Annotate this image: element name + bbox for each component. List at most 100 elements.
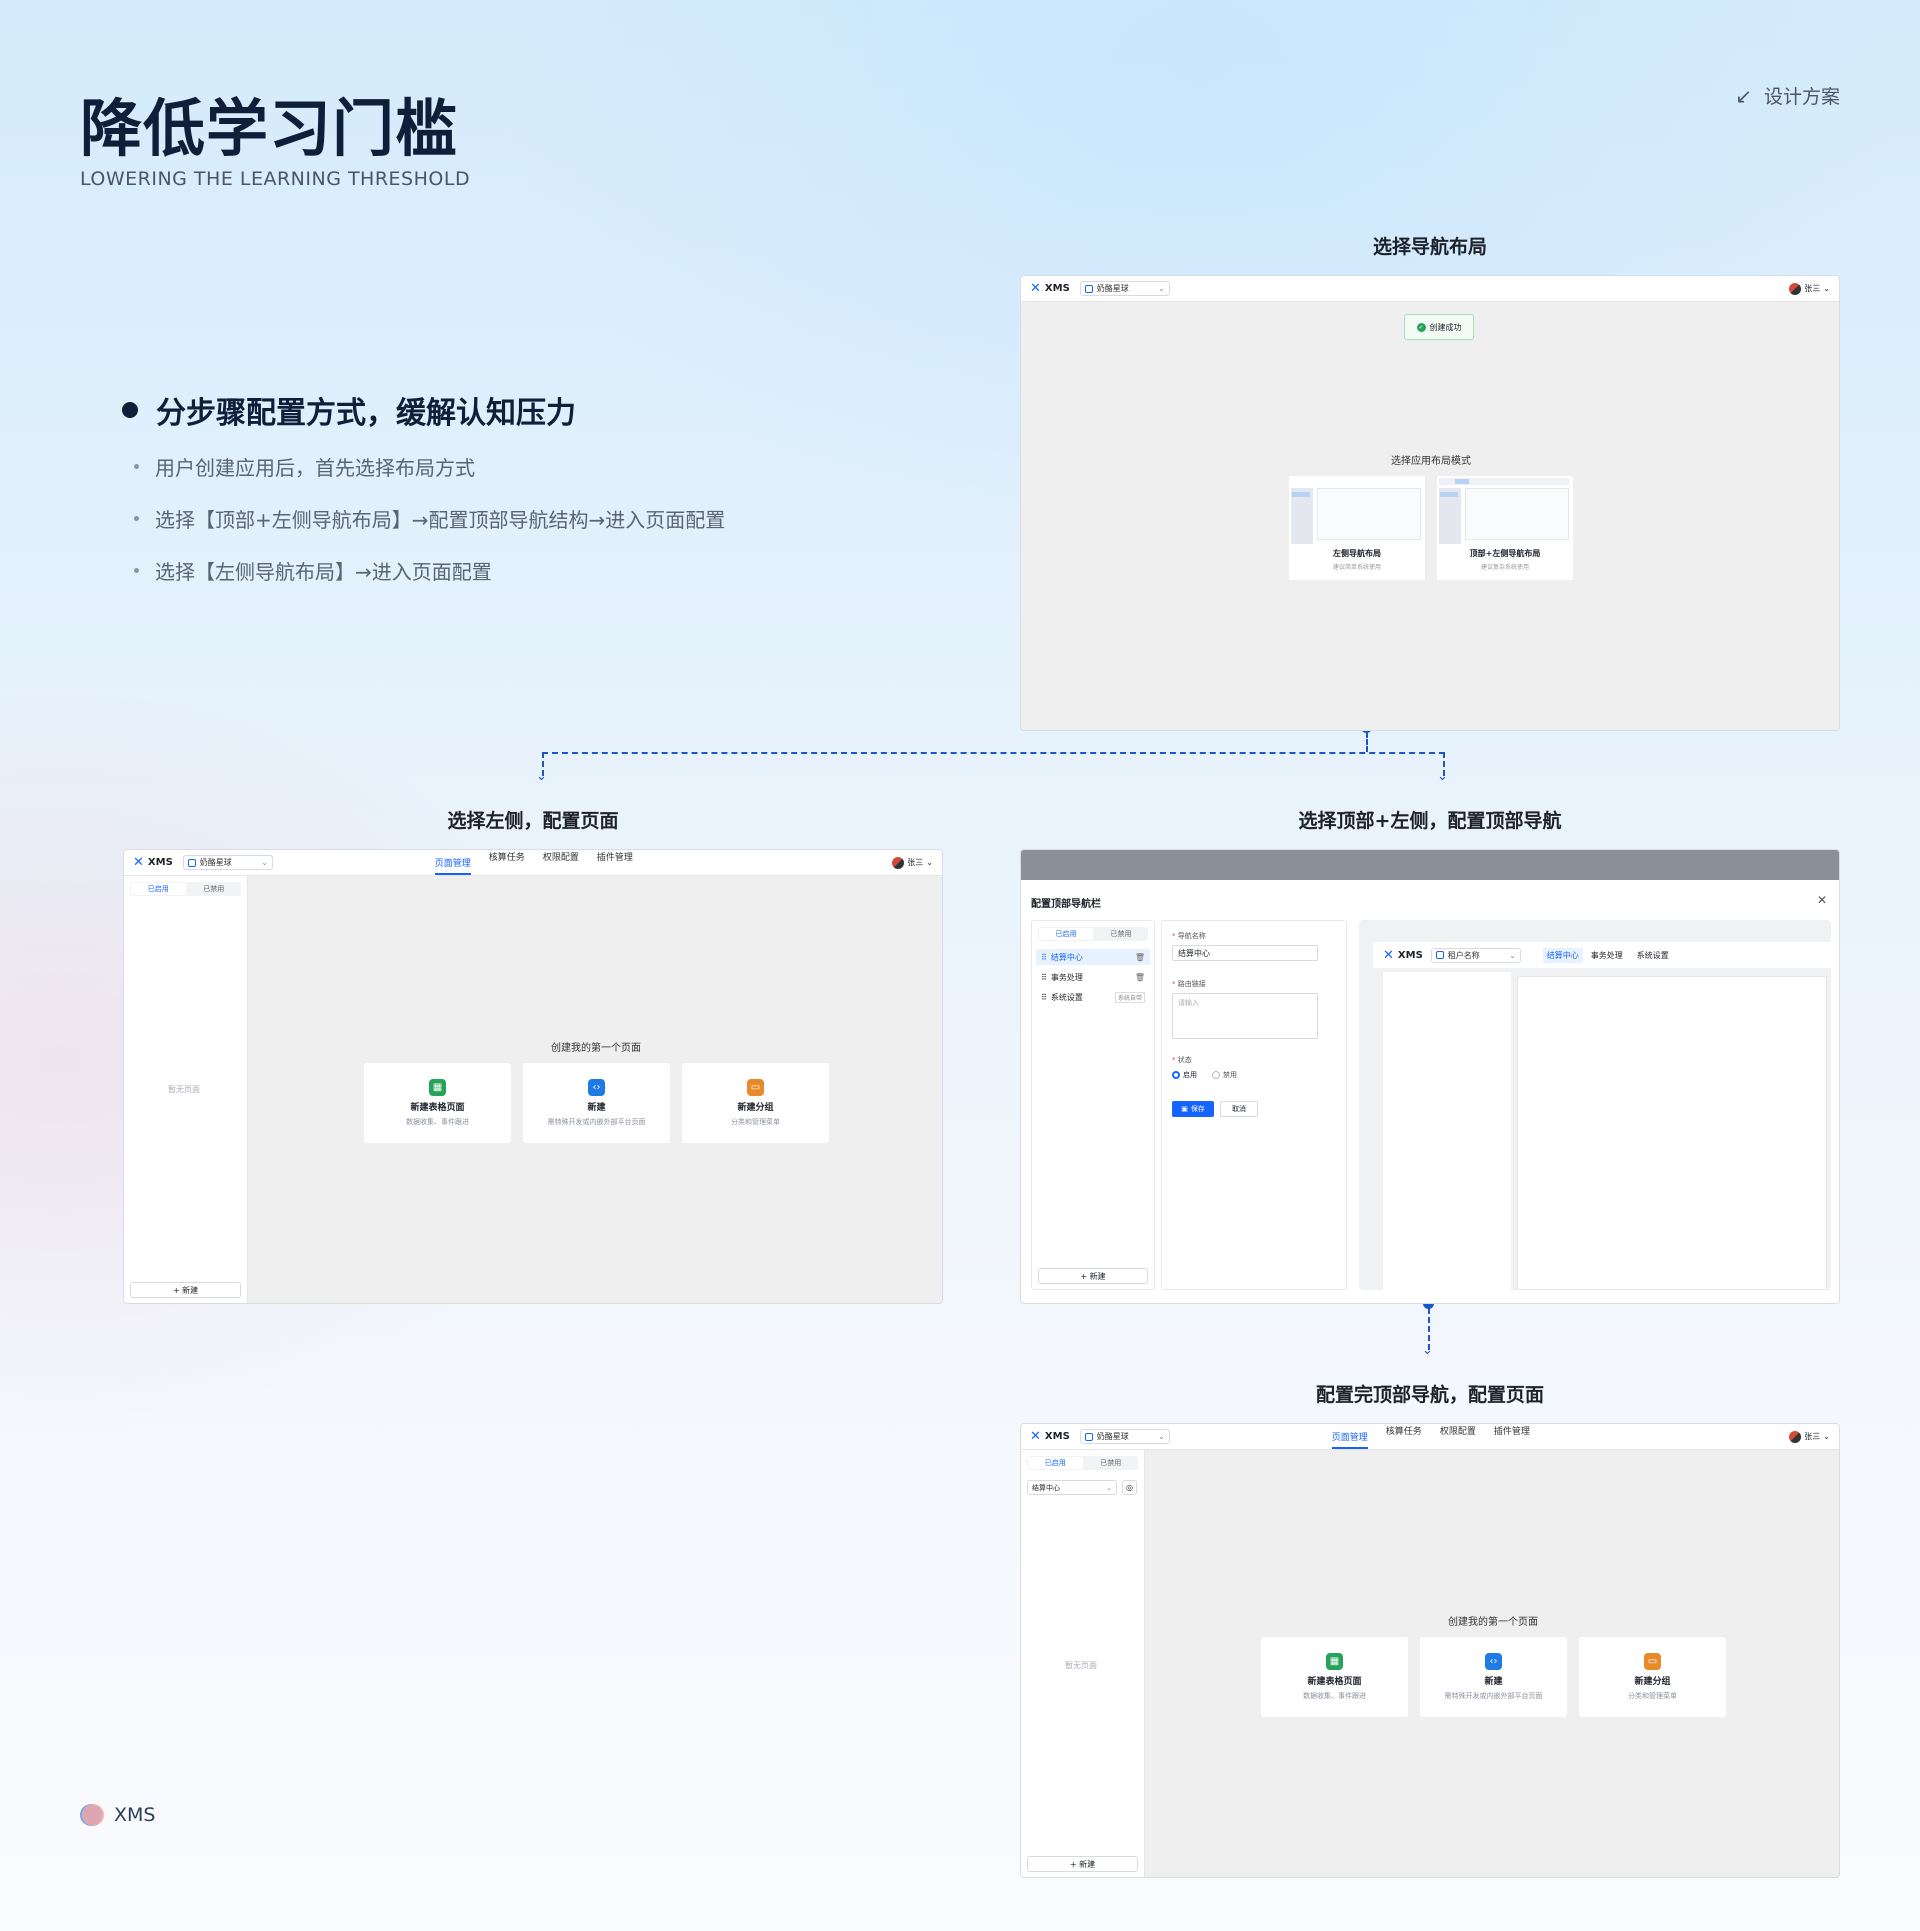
new-custom-page-card[interactable]: ‹› 新建 需特殊开发或内嵌外部平台页面 — [1420, 1637, 1567, 1717]
tab-plugins[interactable]: 插件管理 — [597, 850, 633, 875]
arrow-down-icon: ⌄ — [1437, 769, 1448, 784]
top-nav: 页面管理 核算任务 权限配置 插件管理 — [1331, 1424, 1530, 1449]
status-segment[interactable]: 已启用 已禁用 — [1027, 1456, 1138, 1470]
section-title-layout: 选择导航布局 — [1372, 236, 1487, 258]
page-subtitle: LOWERING THE LEARNING THRESHOLD — [80, 168, 471, 190]
tab-permissions[interactable]: 权限配置 — [1440, 1424, 1476, 1449]
first-page-heading: 创建我的第一个页面 — [1448, 1617, 1538, 1628]
tab-permissions[interactable]: 权限配置 — [543, 850, 579, 875]
layout-option-top-left[interactable]: 顶部+左侧导航布局 建议复杂系统使用 — [1437, 476, 1573, 580]
point-item: 用户创建应用后，首先选择布局方式 — [134, 452, 475, 481]
tenant-select[interactable]: 奶酪星球 ⌄ — [1079, 1429, 1170, 1444]
drag-handle-icon: ⠿ — [1041, 992, 1047, 1002]
status-segment[interactable]: 已启用 已禁用 — [1038, 927, 1148, 941]
chevron-down-icon: ⌄ — [1823, 284, 1830, 293]
new-button[interactable]: + 新建 — [130, 1282, 241, 1298]
user-menu[interactable]: 张三 ⌄ — [1789, 282, 1830, 295]
avatar — [1789, 1430, 1802, 1443]
nav-item[interactable]: ⠿ 系统设置 系统自带 — [1036, 989, 1150, 1005]
main-point: 分步骤配置方式，缓解认知压力 — [122, 388, 576, 432]
modal-backdrop — [1021, 850, 1839, 880]
nav-dropdown[interactable]: 结算中心 ⌄ — [1027, 1480, 1117, 1495]
chevron-down-icon: ⌄ — [1106, 1483, 1112, 1492]
code-icon: ‹› — [588, 1079, 605, 1096]
tab-page-management[interactable]: 页面管理 — [1331, 1430, 1368, 1449]
bullet-icon — [122, 402, 138, 418]
app-icon — [1435, 951, 1444, 959]
preview-nav-item: 结算中心 — [1542, 947, 1583, 963]
preview-header: ✕ XMS 租户名称 ⌄ 结算中心 事务处理 系统设置 — [1373, 942, 1831, 968]
empty-text: 暂无页面 — [168, 1085, 200, 1094]
cancel-button[interactable]: 取消 — [1220, 1101, 1258, 1117]
app-logo[interactable]: ✕ XMS — [133, 855, 173, 870]
x-logo-icon: ✕ — [1383, 947, 1394, 963]
system-tag: 系统自带 — [1114, 991, 1145, 1003]
settings-icon[interactable]: ◎ — [1122, 1480, 1137, 1495]
tenant-select[interactable]: 奶酪星球 ⌄ — [1079, 281, 1170, 296]
design-plan-label: 设计方案 — [1763, 86, 1840, 108]
tab-accounting[interactable]: 核算任务 — [489, 850, 525, 875]
layout-heading: 选择应用布局模式 — [1391, 456, 1471, 467]
design-plan-link[interactable]: ↙ 设计方案 — [1735, 82, 1840, 109]
folder-icon: ▭ — [747, 1079, 764, 1096]
arrow-down-icon: ⌄ — [1422, 1343, 1433, 1358]
drag-handle-icon: ⠿ — [1041, 952, 1047, 962]
new-table-page-card[interactable]: ▦ 新建表格页面 数据收集、事件跟进 — [364, 1063, 511, 1143]
chevron-down-icon: ⌄ — [1158, 1432, 1165, 1441]
close-icon[interactable]: ✕ — [1817, 893, 1827, 907]
chevron-down-icon: ⌄ — [261, 858, 268, 867]
first-page-heading: 创建我的第一个页面 — [551, 1043, 641, 1054]
arrow-down-left-icon: ↙ — [1735, 83, 1752, 108]
empty-text: 暂无页面 — [1065, 1661, 1097, 1670]
section-title-top-left: 选择顶部+左侧，配置顶部导航 — [1298, 810, 1562, 832]
section-title-done: 配置完顶部导航，配置页面 — [1315, 1384, 1544, 1406]
chevron-down-icon: ⌄ — [1823, 1432, 1830, 1441]
nav-item[interactable]: ⠿ 事务处理 🗑 — [1036, 969, 1150, 985]
tab-plugins[interactable]: 插件管理 — [1494, 1424, 1530, 1449]
chevron-down-icon: ⌄ — [1509, 950, 1516, 960]
chevron-down-icon: ⌄ — [1158, 284, 1165, 293]
new-table-page-card[interactable]: ▦ 新建表格页面 数据收集、事件跟进 — [1261, 1637, 1408, 1717]
tenant-select[interactable]: 奶酪星球 ⌄ — [182, 855, 273, 870]
avatar — [892, 856, 905, 869]
app-logo[interactable]: ✕ XMS — [1030, 281, 1070, 296]
name-input[interactable]: 结算中心 — [1172, 945, 1318, 961]
sidebar: 已启用 已禁用 暂无页面 + 新建 — [124, 876, 248, 1303]
tab-accounting[interactable]: 核算任务 — [1386, 1424, 1422, 1449]
arrow-down-icon: ⌄ — [536, 769, 547, 784]
name-label: * 导航名称 — [1172, 932, 1206, 940]
status-on-radio[interactable]: 启用 — [1172, 1070, 1197, 1080]
save-button[interactable]: ▣ 保存 — [1172, 1101, 1214, 1117]
new-custom-page-card[interactable]: ‹› 新建 需特殊开发或内嵌外部平台页面 — [523, 1063, 670, 1143]
top-nav: 页面管理 核算任务 权限配置 插件管理 — [434, 850, 633, 875]
folder-icon: ▭ — [1644, 1653, 1661, 1670]
left-layout-screen: ✕ XMS 奶酪星球 ⌄ 页面管理 核算任务 权限配置 插件管理 张三 ⌄ 已启用 已禁… — [123, 849, 943, 1304]
user-menu[interactable]: 张三 ⌄ — [892, 856, 933, 869]
layout-option-left[interactable]: 左侧导航布局 建议简单系统使用 — [1289, 476, 1425, 580]
preview-nav-item: 事务处理 — [1590, 950, 1623, 960]
nav-item[interactable]: ⠿ 结算中心 🗑 — [1036, 949, 1150, 965]
tab-page-management[interactable]: 页面管理 — [434, 856, 471, 875]
new-button[interactable]: + 新建 — [1027, 1856, 1138, 1872]
page-title: 降低学习门槛 — [80, 92, 459, 165]
status-label: * 状态 — [1172, 1056, 1192, 1064]
route-input[interactable]: 请输入 — [1172, 993, 1318, 1039]
app-logo[interactable]: ✕ XMS — [1030, 1429, 1070, 1444]
status-off-radio[interactable]: 禁用 — [1212, 1070, 1237, 1080]
new-group-card[interactable]: ▭ 新建分组 分类和管理菜单 — [682, 1063, 829, 1143]
new-button[interactable]: + 新建 — [1038, 1268, 1148, 1284]
save-icon: ▣ — [1181, 1105, 1188, 1113]
connector-line — [1366, 732, 1368, 752]
status-segment[interactable]: 已启用 已禁用 — [130, 882, 241, 896]
check-icon: ✓ — [1416, 322, 1426, 332]
done-screen: ✕ XMS 奶酪星球 ⌄ 页面管理 核算任务 权限配置 插件管理 张三 ⌄ 已启用 已禁… — [1020, 1423, 1840, 1878]
new-group-card[interactable]: ▭ 新建分组 分类和管理菜单 — [1579, 1637, 1726, 1717]
nav-preview: ✕ XMS 租户名称 ⌄ 结算中心 事务处理 系统设置 — [1359, 920, 1831, 1290]
table-icon: ▦ — [1326, 1653, 1343, 1670]
table-icon: ▦ — [429, 1079, 446, 1096]
create-cards: ▦ 新建表格页面 数据收集、事件跟进 ‹› 新建 需特殊开发或内嵌外部平台页面 ▭ 新建分… — [364, 1063, 829, 1143]
user-menu[interactable]: 张三 ⌄ — [1789, 1430, 1830, 1443]
nav-list-panel: 已启用 已禁用 ⠿ 结算中心 🗑 ⠿ 事务处理 🗑 ⠿ 系统设置 系统自带 + 新建 — [1031, 920, 1155, 1290]
delete-icon: 🗑 — [1134, 952, 1145, 962]
brand-logo: XMS — [80, 1804, 155, 1826]
